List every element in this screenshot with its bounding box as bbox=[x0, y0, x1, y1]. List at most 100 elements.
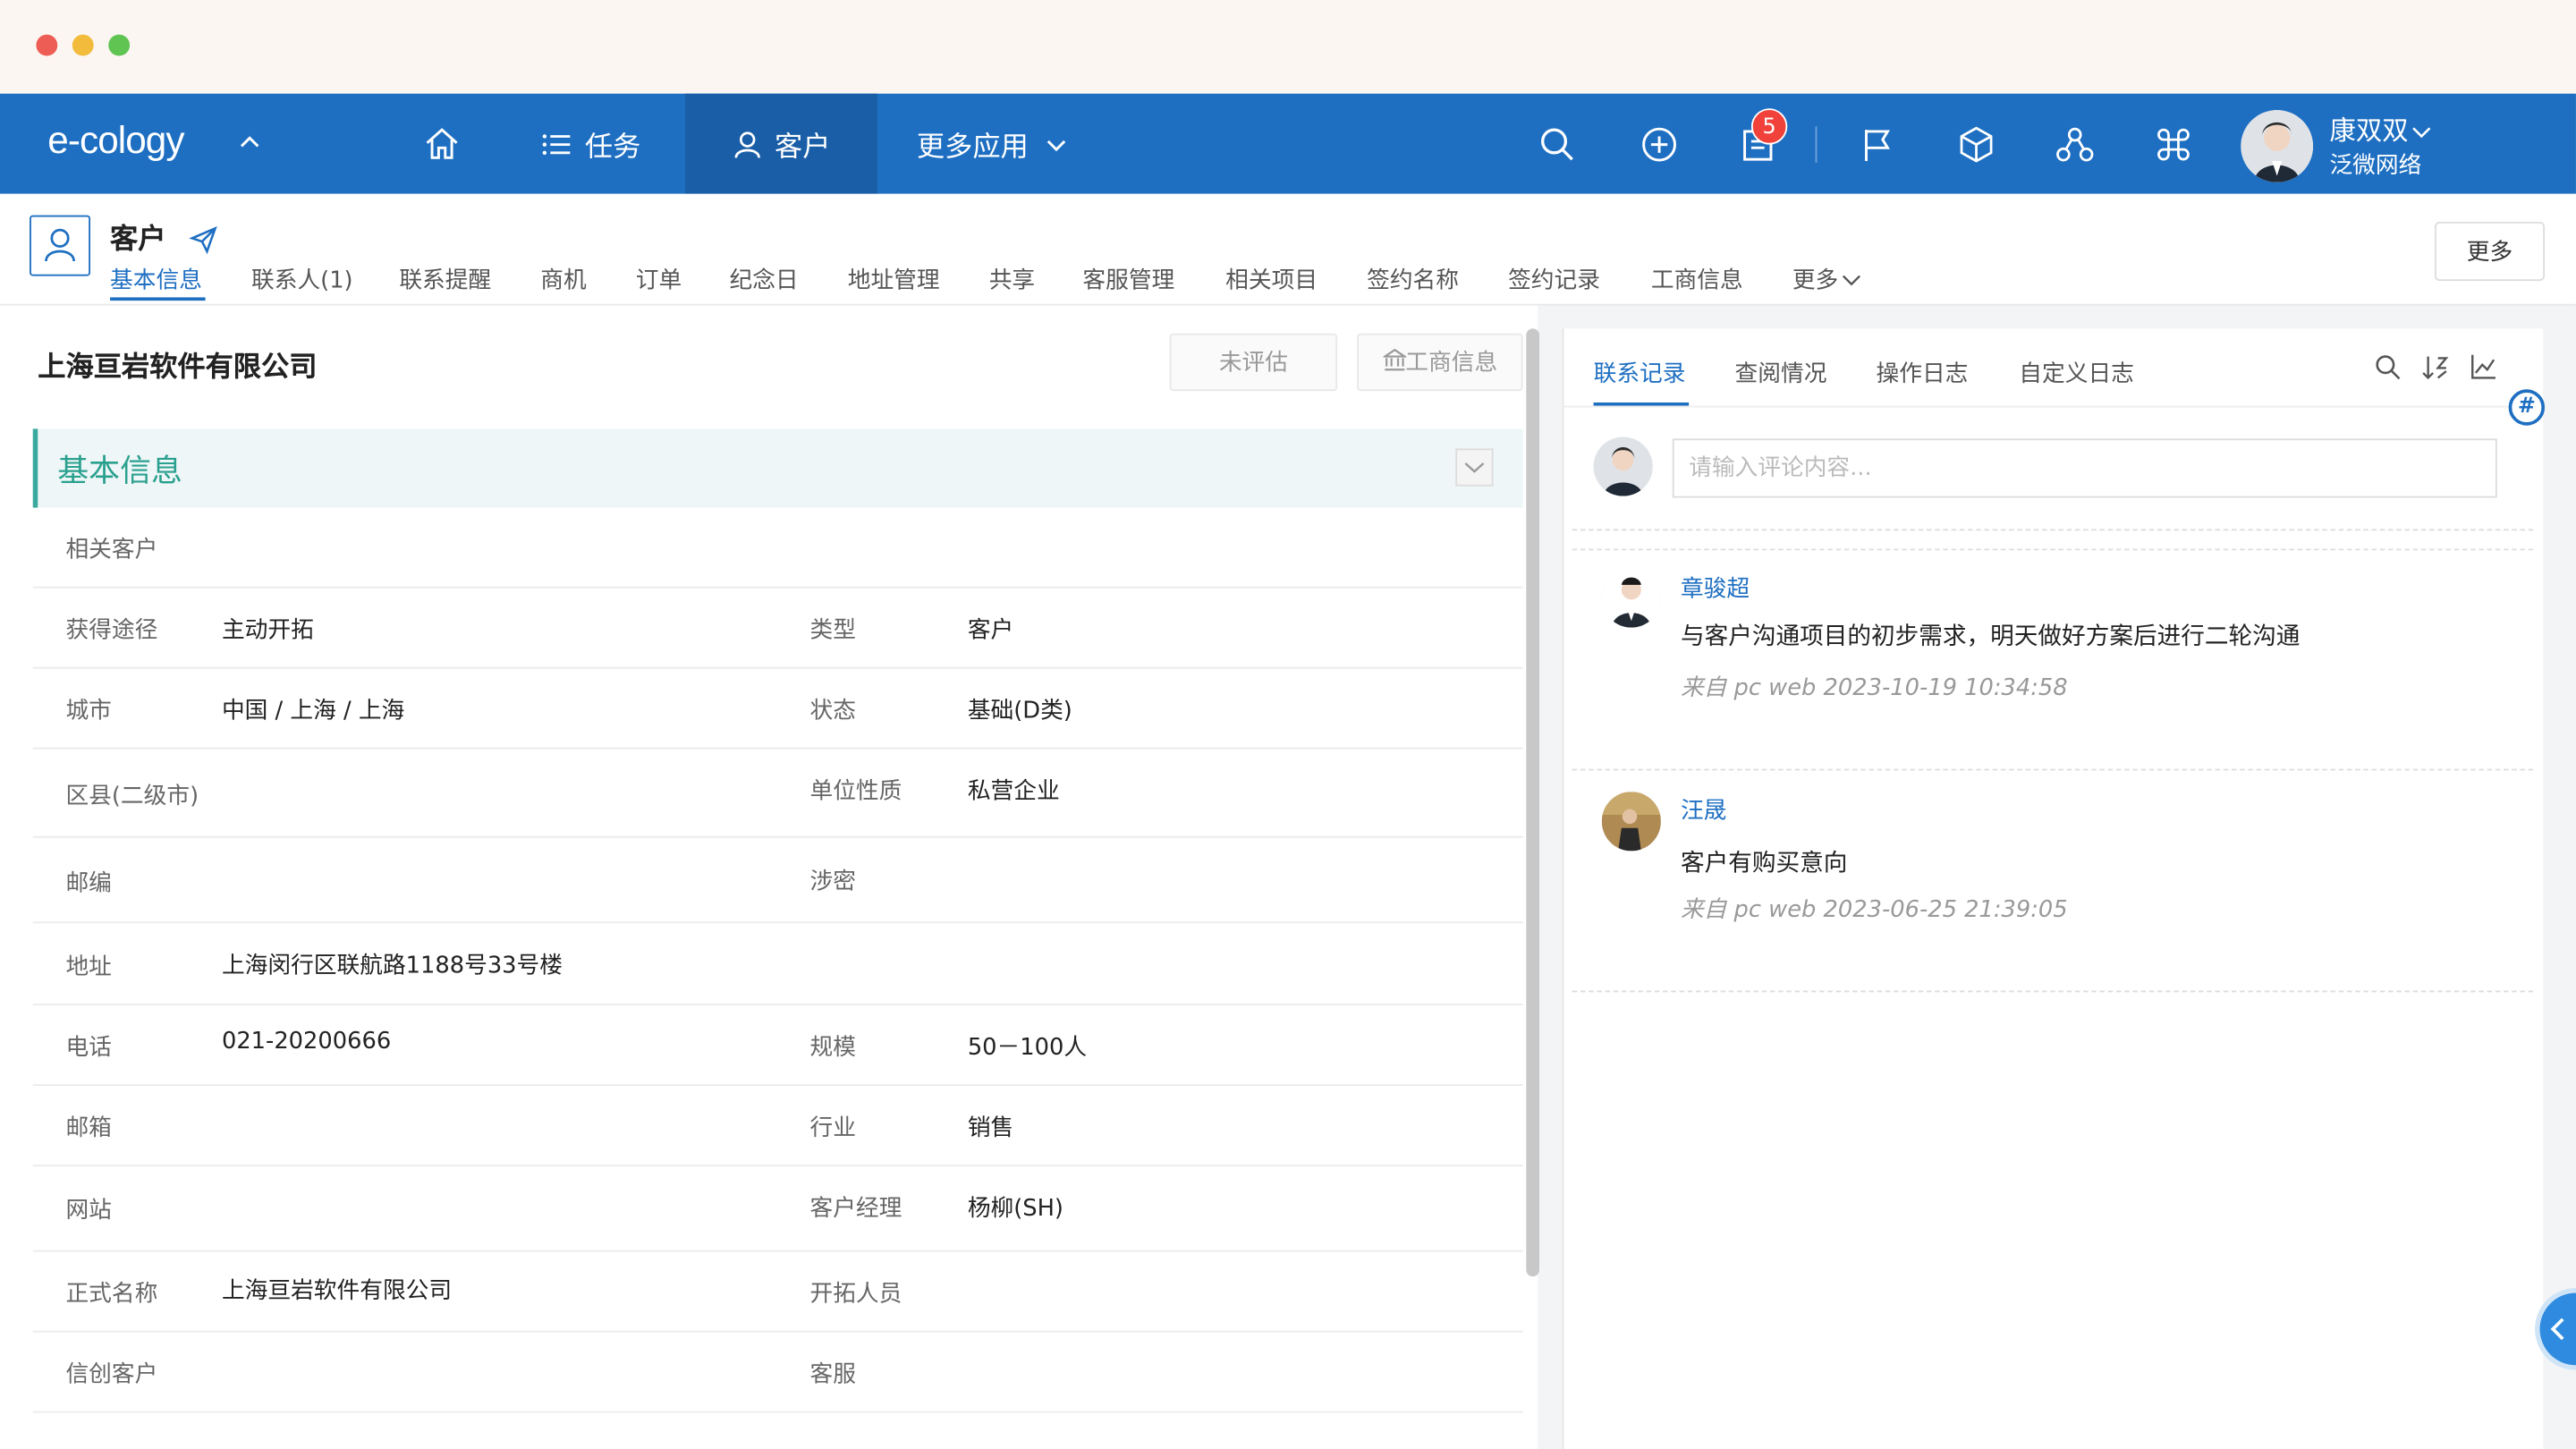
record-avatar-image bbox=[1601, 792, 1661, 852]
tab-view-status[interactable]: 查阅情况 bbox=[1735, 357, 1827, 390]
nav-customers-label: 客户 bbox=[775, 131, 831, 165]
chart-icon[interactable] bbox=[2470, 353, 2497, 381]
field-label-source: 获得途径 bbox=[65, 617, 158, 644]
field-label-email: 邮箱 bbox=[65, 1115, 112, 1142]
nav-more-apps-label: 更多应用 bbox=[916, 131, 1029, 165]
field-label-website: 网站 bbox=[65, 1197, 112, 1224]
tab-anniversary[interactable]: 纪念日 bbox=[729, 263, 798, 296]
search-icon[interactable] bbox=[2374, 353, 2402, 381]
nav-home[interactable] bbox=[391, 94, 493, 194]
nav-tasks-label: 任务 bbox=[584, 131, 641, 165]
tab-basic-info[interactable]: 基本信息 bbox=[110, 263, 202, 296]
maximize-window-button[interactable] bbox=[108, 34, 131, 56]
field-label-nature: 单位性质 bbox=[809, 778, 902, 805]
chevron-down-icon bbox=[1046, 139, 1066, 151]
field-value-manager[interactable]: 杨柳(SH) bbox=[968, 1191, 1063, 1224]
chevron-down-icon bbox=[1464, 462, 1485, 473]
business-info-button[interactable]: 工商信息 bbox=[1357, 333, 1523, 392]
field-value-address: 上海闵行区联航路1188号33号楼 bbox=[221, 953, 563, 979]
field-value-type: 客户 bbox=[967, 617, 1014, 644]
field-label-phone: 电话 bbox=[65, 1035, 112, 1062]
flag-icon[interactable] bbox=[1858, 125, 1897, 165]
nav-customers[interactable]: 客户 bbox=[684, 93, 877, 194]
user-icon bbox=[733, 131, 760, 157]
comment-input[interactable]: 请输入评论内容... bbox=[1672, 438, 2497, 498]
tab-contacts[interactable]: 联系人(1) bbox=[251, 263, 353, 296]
chevron-up-icon[interactable] bbox=[238, 133, 261, 149]
record-author[interactable]: 章骏超 bbox=[1681, 572, 1750, 605]
record-author[interactable]: 汪晟 bbox=[1681, 793, 1726, 826]
more-button[interactable]: 更多 bbox=[2434, 221, 2546, 282]
nav-divider bbox=[1815, 126, 1818, 163]
tab-contract-name[interactable]: 签约名称 bbox=[1367, 263, 1459, 296]
send-icon[interactable] bbox=[189, 225, 218, 255]
tab-opportunities[interactable]: 商机 bbox=[540, 263, 586, 296]
divider bbox=[1572, 548, 2534, 551]
record-meta: 来自 pc web 2023-10-19 10:34:58 bbox=[1680, 674, 2068, 702]
nav-tasks[interactable]: 任务 bbox=[542, 94, 640, 194]
tab-operation-log[interactable]: 操作日志 bbox=[1877, 357, 1969, 390]
org-icon[interactable] bbox=[2055, 125, 2095, 165]
command-icon[interactable] bbox=[2154, 125, 2193, 165]
window-titlebar bbox=[0, 0, 2576, 94]
tab-service[interactable]: 客服管理 bbox=[1082, 263, 1174, 296]
collapse-panel-button[interactable] bbox=[2539, 1292, 2576, 1366]
commenter-avatar bbox=[1593, 436, 1653, 496]
section-title: 基本信息 bbox=[57, 453, 182, 490]
nav-more-apps[interactable]: 更多应用 bbox=[917, 94, 1068, 194]
section-collapse-button[interactable] bbox=[1455, 448, 1494, 487]
cube-icon[interactable] bbox=[1957, 125, 1996, 165]
list-icon bbox=[542, 133, 571, 155]
divider bbox=[1572, 990, 2534, 993]
notification-badge: 5 bbox=[1750, 108, 1788, 145]
field-value-nature: 私营企业 bbox=[967, 778, 1060, 805]
evaluate-button[interactable]: 未评估 bbox=[1169, 333, 1338, 392]
tab-custom-log[interactable]: 自定义日志 bbox=[2019, 357, 2134, 390]
detail-scrollbar[interactable] bbox=[1526, 328, 1539, 1277]
company-name: 上海亘岩软件有限公司 bbox=[38, 352, 318, 385]
plus-circle-icon[interactable] bbox=[1640, 125, 1679, 165]
user-org: 泛微网络 bbox=[2329, 152, 2422, 180]
commenter-avatar-image bbox=[1593, 436, 1653, 496]
tab-business-info[interactable]: 工商信息 bbox=[1651, 263, 1743, 296]
minimize-window-button[interactable] bbox=[72, 34, 94, 56]
record-avatar bbox=[1601, 568, 1661, 628]
record-text: 与客户沟通项目的初步需求，明天做好方案后进行二轮沟通 bbox=[1680, 623, 2301, 651]
customer-module-icon bbox=[30, 215, 91, 276]
close-window-button[interactable] bbox=[36, 34, 58, 56]
tab-contact-records[interactable]: 联系记录 bbox=[1594, 357, 1686, 390]
user-name-text: 康双双 bbox=[2329, 114, 2409, 147]
field-value-city: 中国 / 上海 / 上海 bbox=[221, 698, 405, 724]
hashtag-icon[interactable]: # bbox=[2508, 389, 2546, 426]
user-avatar[interactable] bbox=[2241, 110, 2314, 182]
tab-orders[interactable]: 订单 bbox=[636, 263, 682, 296]
tab-address[interactable]: 地址管理 bbox=[848, 263, 940, 296]
chevron-left-icon bbox=[2550, 1318, 2564, 1341]
field-row bbox=[32, 508, 1523, 589]
bank-icon bbox=[1380, 348, 1408, 371]
active-tab-indicator bbox=[110, 297, 206, 301]
tab-projects[interactable]: 相关项目 bbox=[1225, 263, 1318, 296]
home-icon bbox=[426, 127, 458, 158]
tab-more[interactable]: 更多 bbox=[1792, 263, 1861, 296]
field-row bbox=[32, 750, 1523, 838]
field-value-industry: 销售 bbox=[967, 1115, 1014, 1142]
record-avatar bbox=[1601, 792, 1661, 852]
field-value-status: 基础(D类) bbox=[967, 698, 1072, 724]
field-value-phone: 021-20200666 bbox=[221, 1028, 392, 1055]
tab-contact-reminder[interactable]: 联系提醒 bbox=[399, 263, 491, 296]
record-avatar-image bbox=[1601, 568, 1661, 628]
field-label-formal-name: 正式名称 bbox=[65, 1281, 158, 1309]
tab-contract-records[interactable]: 签约记录 bbox=[1508, 263, 1600, 296]
user-name[interactable]: 康双双 bbox=[2329, 108, 2431, 148]
app-logo[interactable]: e-cology bbox=[47, 118, 184, 163]
business-info-label: 工商信息 bbox=[1405, 350, 1498, 377]
sort-icon[interactable] bbox=[2421, 353, 2449, 381]
field-label-postcode: 邮编 bbox=[65, 870, 112, 897]
section-header[interactable] bbox=[32, 428, 1523, 508]
field-row bbox=[32, 1086, 1523, 1167]
field-row bbox=[32, 1166, 1523, 1252]
app-window: e-cology 任务 客户 更多应用 5 康双双 泛微网络 客户 基本信息 联… bbox=[0, 0, 2576, 1449]
search-icon[interactable] bbox=[1538, 125, 1577, 165]
tab-share[interactable]: 共享 bbox=[989, 263, 1035, 296]
